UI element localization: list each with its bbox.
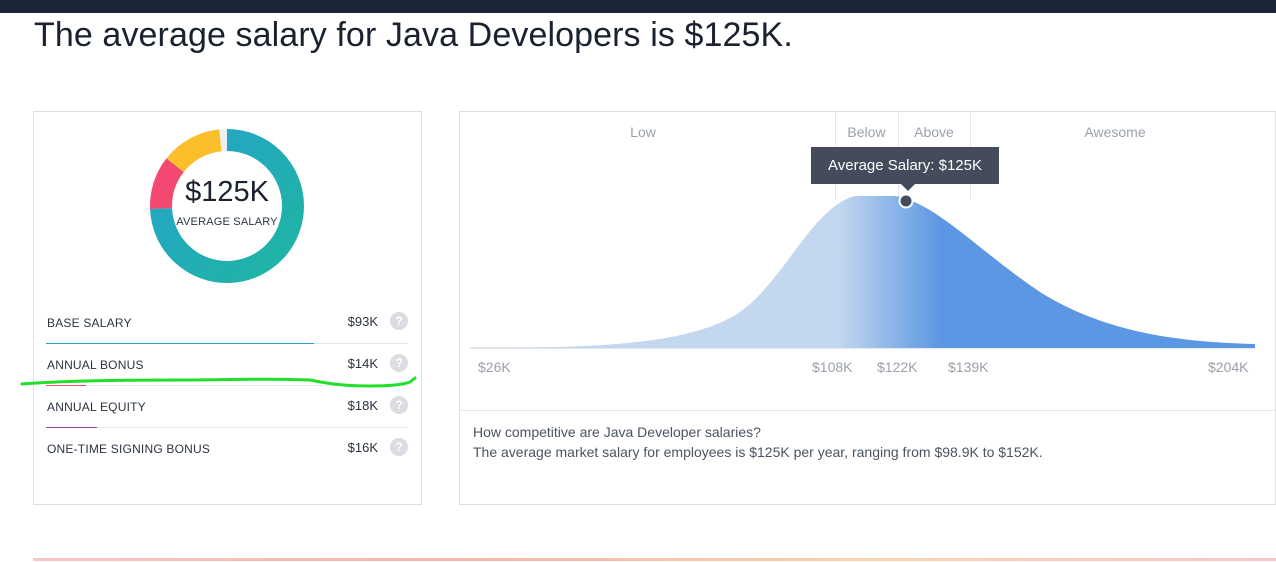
axis-tick: $26K xyxy=(478,359,511,375)
question-icon[interactable]: ? xyxy=(390,354,408,372)
component-label: ANNUAL EQUITY xyxy=(47,400,146,414)
signing-bonus-arc xyxy=(166,129,222,173)
bottom-accent-strip xyxy=(33,558,1276,561)
competitiveness-answer: The average market salary for employees … xyxy=(473,444,1043,460)
axis-tick: $108K xyxy=(812,359,853,375)
axis-tick: $139K xyxy=(948,359,989,375)
component-label: ONE-TIME SIGNING BONUS xyxy=(47,442,211,456)
component-row-signing-bonus: ONE-TIME SIGNING BONUS $16K ? xyxy=(46,428,408,470)
salary-breakdown-card: $125K AVERAGE SALARY BASE SALARY $93K ? … xyxy=(33,111,422,505)
component-row-annual-equity: ANNUAL EQUITY $18K ? xyxy=(46,386,408,428)
salary-distribution-card: Low Below Above Awesome Average Salary: … xyxy=(459,111,1276,505)
average-salary-marker xyxy=(898,193,914,209)
axis-tick: $204K xyxy=(1208,359,1249,375)
question-icon[interactable]: ? xyxy=(390,396,408,414)
component-row-base-salary: BASE SALARY $93K ? xyxy=(46,302,408,344)
question-icon[interactable]: ? xyxy=(390,312,408,330)
average-salary-label: AVERAGE SALARY xyxy=(176,216,278,228)
section-divider xyxy=(460,410,1275,411)
component-value: $93K xyxy=(347,314,378,329)
component-value: $14K xyxy=(347,356,378,371)
component-label: ANNUAL BONUS xyxy=(47,358,144,372)
tooltip-arrow xyxy=(901,184,915,191)
page-title: The average salary for Java Developers i… xyxy=(34,16,793,54)
component-label: BASE SALARY xyxy=(47,316,132,330)
component-row-annual-bonus: ANNUAL BONUS $14K ? xyxy=(46,344,408,386)
component-value: $18K xyxy=(347,398,378,413)
competitiveness-question: How competitive are Java Developer salar… xyxy=(473,424,761,440)
axis-tick: $122K xyxy=(877,359,918,375)
question-icon[interactable]: ? xyxy=(390,438,408,456)
component-value: $16K xyxy=(347,440,378,455)
top-navigation-bar xyxy=(0,0,1276,13)
average-salary-amount: $125K xyxy=(185,176,269,208)
average-salary-tooltip: Average Salary: $125K xyxy=(811,147,999,184)
distribution-area xyxy=(470,196,1255,348)
